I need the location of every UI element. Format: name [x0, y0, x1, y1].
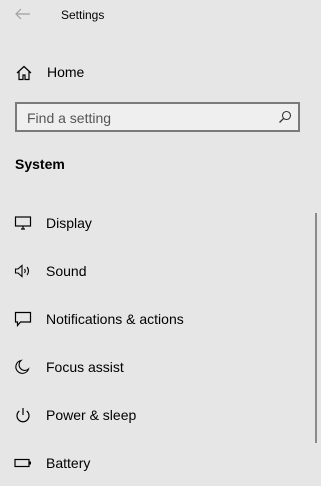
speaker-icon — [14, 264, 30, 278]
nav-item-power-sleep[interactable]: Power & sleep — [0, 395, 310, 435]
back-arrow-icon — [15, 8, 30, 20]
search-icon[interactable] — [278, 110, 292, 124]
home-nav-item[interactable]: Home — [0, 56, 321, 88]
nav-item-label: Focus assist — [46, 359, 124, 375]
home-icon — [16, 65, 32, 81]
search-placeholder: Find a setting — [27, 110, 112, 126]
nav-item-label: Power & sleep — [46, 407, 137, 423]
search-input[interactable]: Find a setting — [15, 102, 300, 132]
title-bar: Settings — [0, 0, 321, 32]
power-icon — [16, 408, 30, 423]
nav-item-display[interactable]: Display — [0, 203, 310, 243]
notification-icon — [14, 311, 32, 327]
nav-item-battery[interactable]: Battery — [0, 443, 310, 483]
scrollbar[interactable] — [315, 213, 317, 443]
nav-item-label: Display — [46, 215, 92, 231]
nav-item-label: Battery — [46, 455, 91, 471]
nav-item-label: Sound — [46, 263, 87, 279]
display-icon — [14, 216, 32, 230]
nav-item-notifications[interactable]: Notifications & actions — [0, 299, 310, 339]
section-title-system: System — [15, 156, 65, 172]
home-label: Home — [47, 64, 85, 80]
nav-item-sound[interactable]: Sound — [0, 251, 310, 291]
battery-icon — [14, 458, 31, 468]
moon-icon — [15, 359, 30, 374]
nav-item-label: Notifications & actions — [46, 311, 184, 327]
back-button[interactable] — [8, 2, 38, 26]
window-title: Settings — [61, 8, 105, 22]
nav-item-focus-assist[interactable]: Focus assist — [0, 347, 310, 387]
